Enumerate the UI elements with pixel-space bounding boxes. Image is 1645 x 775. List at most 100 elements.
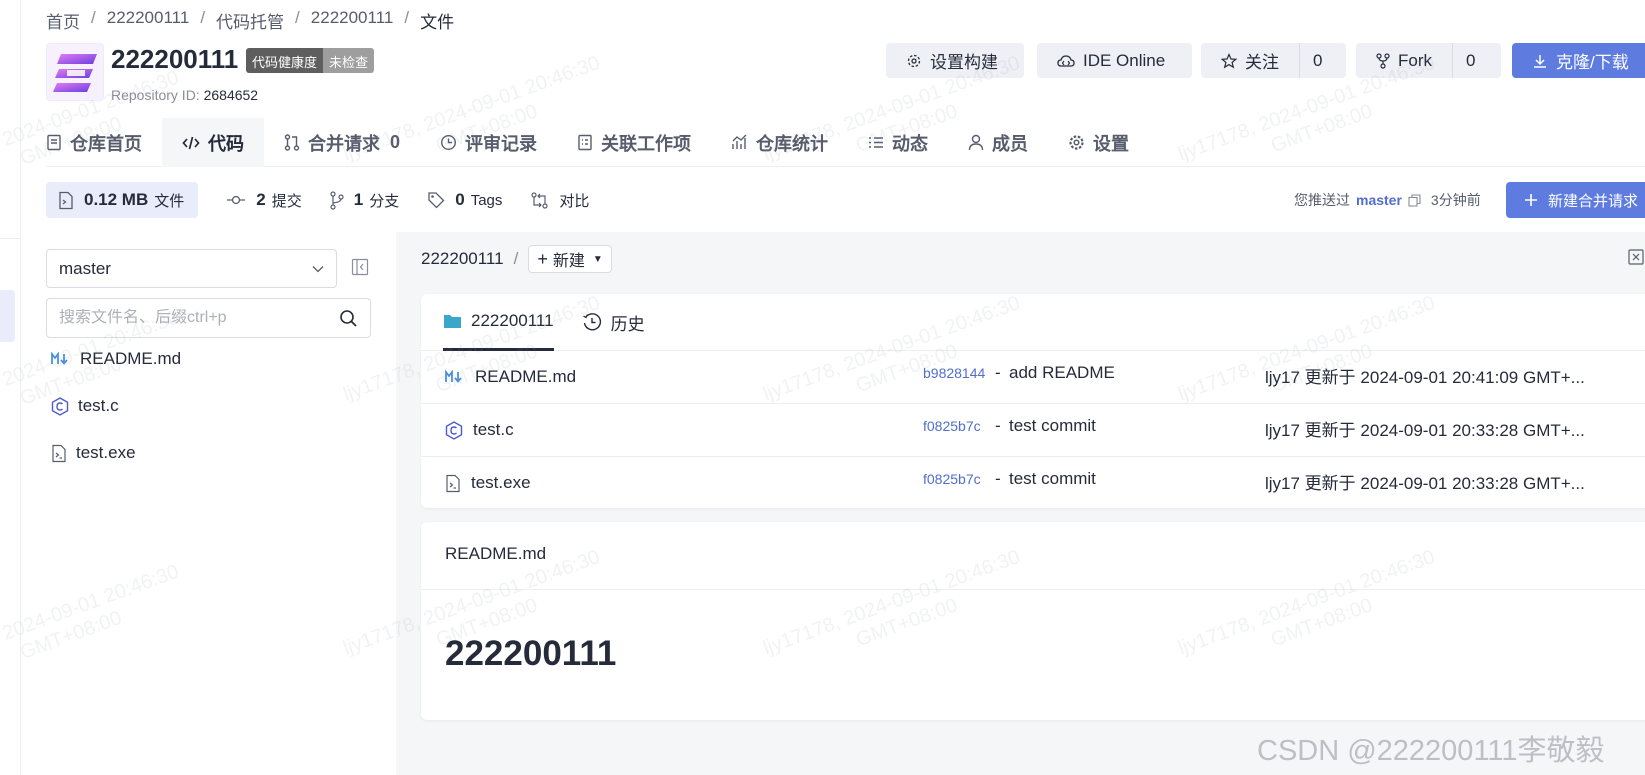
plus-icon: + [537, 248, 548, 269]
tab-merge-requests[interactable]: 合并请求 0 [264, 118, 420, 167]
file-search-input[interactable] [59, 309, 309, 327]
stat-size[interactable]: 0.12 MB 文件 [46, 182, 199, 218]
left-nav-selected-item[interactable] [0, 290, 15, 342]
left-nav-strip [0, 0, 21, 775]
build-settings-button[interactable]: 设置构建 [886, 43, 1024, 78]
breadcrumb-separator: / [200, 8, 206, 27]
watch-button[interactable]: 关注 0 [1201, 43, 1346, 78]
tab-files[interactable]: 222200111 [443, 294, 554, 351]
branch-icon [330, 190, 344, 210]
repository-id-label: Repository ID: [111, 87, 200, 103]
breadcrumb-project[interactable]: 222200111 [107, 8, 190, 33]
readme-heading: 222200111 [445, 634, 617, 673]
search-icon[interactable] [339, 309, 358, 328]
tab-members[interactable]: 成员 [948, 118, 1048, 167]
push-info: 您推送过 master 3分钟前 [1294, 190, 1481, 210]
tab-code[interactable]: 代码 [162, 118, 264, 167]
file-name-label: test.c [473, 420, 514, 439]
file-search-box[interactable] [46, 298, 371, 338]
commit-sha[interactable]: f0825b7c [923, 471, 981, 487]
merge-icon [284, 134, 300, 151]
stat-compare[interactable]: 对比 [530, 190, 589, 211]
stat-size-label: 文件 [154, 192, 185, 210]
tree-item-readme[interactable]: README.md [51, 349, 181, 369]
tree-item-test-c[interactable]: test.c [51, 396, 119, 416]
commit-sha[interactable]: b9828144 [923, 365, 985, 381]
watch-label: 关注 [1245, 53, 1279, 72]
list-doc-icon [577, 134, 593, 151]
tab-repo-statistics[interactable]: 仓库统计 [711, 118, 848, 167]
breadcrumb: 首页 / 222200111 / 代码托管 / 222200111 / 文件 [46, 8, 454, 33]
branch-select[interactable]: master [46, 249, 337, 288]
fork-button[interactable]: Fork 0 [1356, 43, 1501, 78]
separator-dash: - [995, 469, 1001, 488]
separator-dash: - [995, 416, 1001, 435]
file-row[interactable]: test.c f0825b7c - test commit ljy17 更新于 … [421, 404, 1645, 457]
tab-activity[interactable]: 动态 [848, 118, 948, 167]
file-list-tabs: 222200111 历史 [421, 294, 1645, 351]
tree-item-label: README.md [80, 349, 182, 368]
clone-download-button[interactable]: 克隆/下载 [1512, 43, 1645, 78]
push-info-branch[interactable]: master [1356, 192, 1402, 208]
tab-history[interactable]: 历史 [582, 294, 645, 351]
review-clock-icon [440, 134, 457, 151]
repo-logo [46, 43, 104, 101]
history-icon [582, 312, 602, 332]
path-separator: / [513, 249, 519, 268]
repo-stats: 0.12 MB 文件 2 提交 1 分支 0 Tags 对比 [46, 182, 617, 218]
plus-icon [1524, 193, 1538, 207]
breadcrumb-home[interactable]: 首页 [46, 8, 80, 33]
stat-branches[interactable]: 1 分支 [330, 190, 399, 211]
collapse-sidebar-icon[interactable] [351, 258, 369, 281]
stat-commits[interactable]: 2 提交 [226, 190, 302, 211]
new-file-dropdown[interactable]: + 新建 ▼ [528, 245, 612, 273]
badge-label: 代码健康度 [246, 48, 324, 73]
tree-item-test-exe[interactable]: test.exe [51, 443, 136, 463]
stat-compare-label: 对比 [559, 192, 590, 210]
commit-message: add README [1009, 363, 1115, 382]
tab-label: 成员 [992, 133, 1029, 154]
commit-meta: ljy17 更新于 2024-09-01 20:33:28 GMT+... [1265, 474, 1585, 493]
tab-linked-work-items[interactable]: 关联工作项 [557, 118, 711, 167]
new-merge-request-label: 新建合并请求 [1548, 192, 1639, 210]
push-info-prefix: 您推送过 [1294, 192, 1350, 208]
tab-review-records[interactable]: 评审记录 [420, 118, 557, 167]
separator-dash: - [995, 363, 1001, 382]
file-list-card: 222200111 历史 README.md b9828144 - add RE… [421, 294, 1645, 508]
stat-tags[interactable]: 0 Tags [427, 190, 502, 210]
fork-label: Fork [1398, 50, 1432, 70]
folder-icon [443, 313, 462, 329]
commit-sha[interactable]: f0825b7c [923, 418, 981, 434]
tab-label: 设置 [1093, 133, 1130, 154]
breadcrumb-separator: / [404, 8, 410, 27]
code-health-badge[interactable]: 代码健康度 未检查 [246, 48, 375, 73]
file-name[interactable]: test.c [445, 420, 514, 440]
ide-online-button[interactable]: IDE Online [1037, 43, 1192, 78]
tree-item-label: test.exe [76, 443, 136, 462]
breadcrumb-code-hosting[interactable]: 代码托管 [216, 8, 284, 33]
tab-repo-home[interactable]: 仓库首页 [46, 118, 162, 167]
file-row[interactable]: README.md b9828144 - add README ljy17 更新… [421, 351, 1645, 404]
path-root[interactable]: 222200111 [421, 249, 504, 269]
tab-history-label: 历史 [610, 314, 645, 334]
copy-icon[interactable] [1408, 193, 1421, 207]
breadcrumb-repo[interactable]: 222200111 [311, 8, 394, 33]
breadcrumb-separator: / [91, 8, 96, 27]
close-panel-icon[interactable] [1628, 249, 1644, 270]
fork-count: 0 [1452, 43, 1488, 78]
divider [0, 238, 21, 239]
new-merge-request-button[interactable]: 新建合并请求 [1506, 182, 1645, 218]
repo-name: 222200111 [111, 44, 239, 74]
file-name[interactable]: README.md [445, 367, 576, 387]
file-row[interactable]: test.exe f0825b7c - test commit ljy17 更新… [421, 457, 1645, 510]
tab-settings[interactable]: 设置 [1048, 118, 1149, 167]
tab-label: 代码 [208, 133, 244, 154]
repository-id: Repository ID: 2684652 [111, 87, 258, 103]
new-label: 新建 [552, 253, 585, 270]
stat-tags-value: 0 [455, 190, 465, 209]
chevron-down-icon [312, 265, 324, 273]
file-size-icon [58, 191, 74, 210]
branch-select-value: master [59, 258, 111, 278]
file-name[interactable]: test.exe [445, 473, 531, 493]
tag-icon [427, 191, 445, 209]
